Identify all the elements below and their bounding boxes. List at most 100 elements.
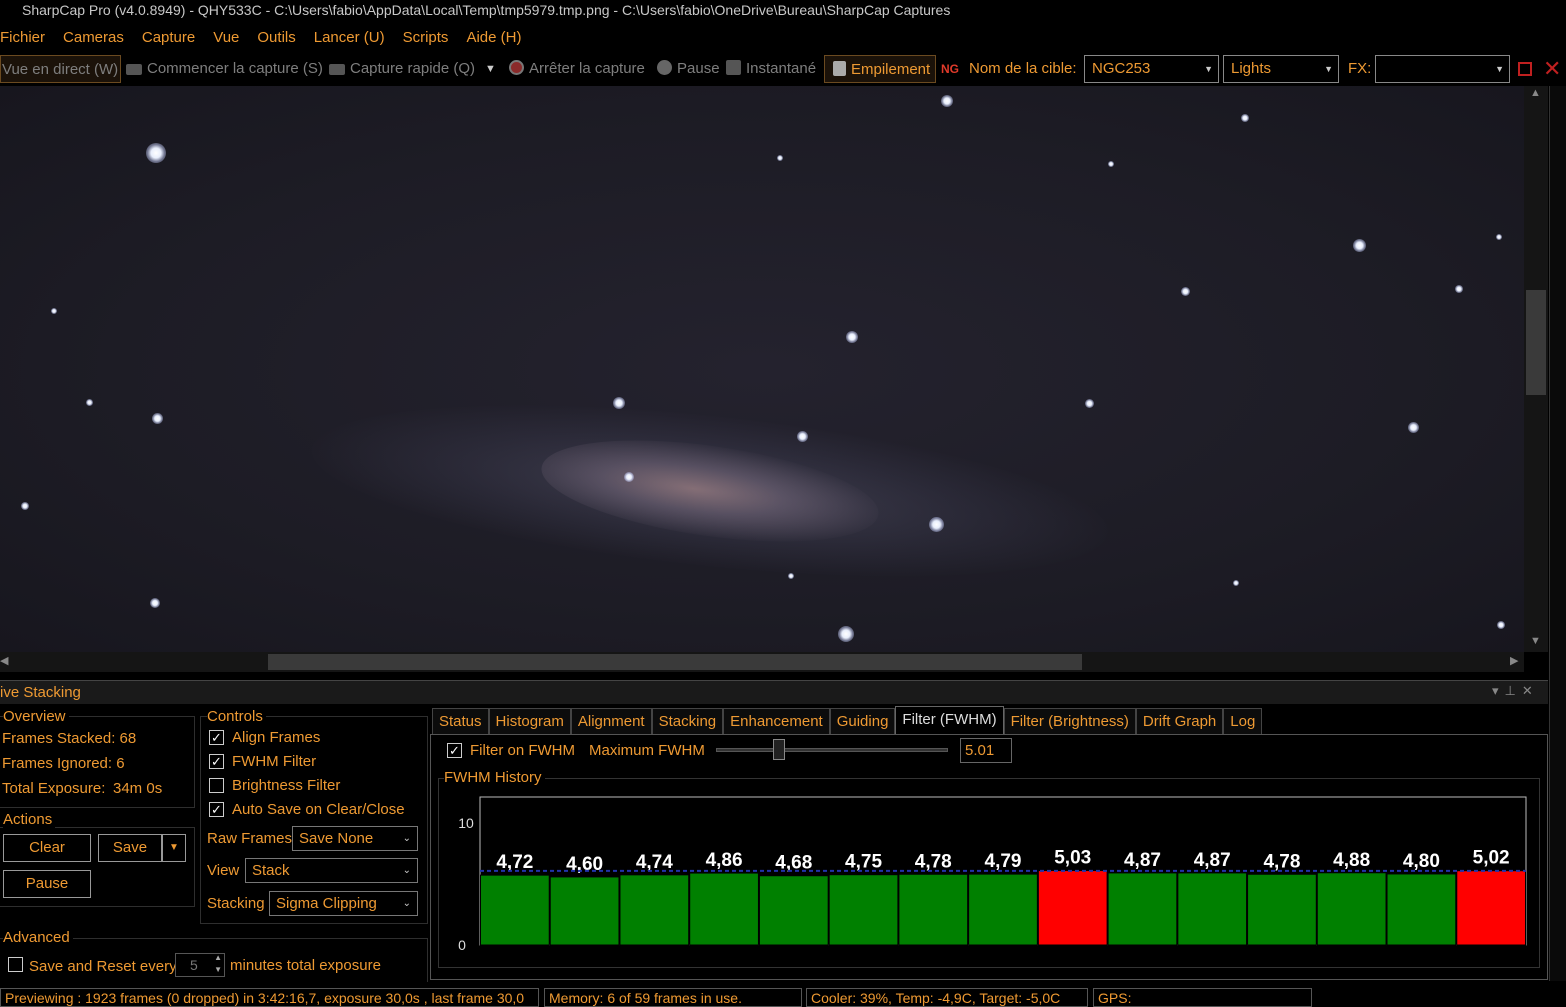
stack-pause-button[interactable]: Pause [3, 870, 91, 898]
tab-alignment[interactable]: Alignment [570, 708, 652, 734]
tab-drift-graph[interactable]: Drift Graph [1135, 708, 1224, 734]
video-camera-icon [126, 64, 142, 75]
stacking-mode-select[interactable]: Sigma Clipping ⌄ [269, 891, 418, 916]
menu-outils[interactable]: Outils [257, 26, 304, 50]
star [1233, 580, 1239, 586]
filter-on-fwhm-checkbox[interactable]: ✓ [447, 743, 462, 758]
tab-log[interactable]: Log [1223, 708, 1263, 734]
minutes-stepper[interactable]: 5 ▲ ▼ [175, 953, 225, 977]
quick-capture-button[interactable]: Capture rapide (Q) [329, 55, 475, 83]
view-select[interactable]: Stack ⌄ [245, 858, 418, 883]
fwhm-data-label: 4,86 [706, 850, 743, 871]
star [21, 502, 29, 510]
frame-type-combo[interactable]: Lights ▼ [1223, 55, 1339, 83]
fx-label: FX: [1348, 60, 1372, 77]
actions-title: Actions [3, 811, 56, 828]
save-button[interactable]: Save [98, 834, 162, 862]
fwhm-bar [480, 874, 550, 946]
chevron-right-icon[interactable]: ▶ [1510, 654, 1518, 667]
clear-button[interactable]: Clear [3, 834, 91, 862]
y-tick-label: 10 [458, 815, 474, 831]
quick-capture-dropdown-icon[interactable]: ▼ [485, 55, 496, 83]
right-side-panel [1549, 86, 1566, 981]
minutes-value: 5 [190, 957, 198, 973]
frame-type-value: Lights [1231, 60, 1272, 77]
stop-capture-button[interactable]: Arrêter la capture [509, 55, 645, 83]
tab-status[interactable]: Status [432, 708, 489, 734]
status-previewing: Previewing : 1923 frames (0 dropped) in … [0, 988, 539, 1007]
record-frame-icon[interactable] [1518, 62, 1532, 76]
save-dropdown-icon[interactable]: ▼ [162, 834, 186, 862]
pause-icon [657, 60, 672, 75]
close-icon[interactable]: ✕ [1522, 683, 1539, 698]
menu-scripts[interactable]: Scripts [403, 26, 458, 50]
menu-aide[interactable]: Aide (H) [466, 26, 530, 50]
fwhm-data-label: 4,74 [636, 852, 673, 873]
save-reset-checkbox[interactable] [8, 957, 23, 972]
star [51, 308, 57, 314]
star [929, 517, 944, 532]
y-tick-label: 0 [458, 937, 466, 953]
star [624, 472, 634, 482]
fwhm-slider-track[interactable] [716, 748, 948, 752]
menu-fichier[interactable]: Fichier [0, 26, 54, 50]
fwhm-bar [968, 873, 1038, 946]
horizontal-scrollbar-thumb[interactable] [268, 654, 1082, 670]
stack-icon [833, 61, 846, 76]
raw-frames-label: Raw Frames [207, 830, 293, 847]
chevron-left-icon[interactable]: ◀ [0, 654, 8, 667]
chevron-down-icon: ▼ [1324, 64, 1333, 74]
star [1496, 234, 1502, 240]
fwhm-bar [1107, 872, 1178, 946]
tab-histogram[interactable]: Histogram [488, 708, 571, 734]
fwhm-data-label: 4,87 [1124, 850, 1161, 871]
auto-save-label: Auto Save on Clear/Close [232, 801, 405, 818]
save-reset-label: Save and Reset every [29, 958, 177, 975]
menu-cameras[interactable]: Cameras [63, 26, 133, 50]
menu-vue[interactable]: Vue [213, 26, 248, 50]
tab-stacking[interactable]: Stacking [651, 708, 724, 734]
tab-enhancement[interactable]: Enhancement [723, 708, 830, 734]
chevron-down-icon[interactable]: ▼ [1530, 635, 1541, 647]
tab-filter-brightness[interactable]: Filter (Brightness) [1003, 708, 1136, 734]
tab-guiding[interactable]: Guiding [829, 708, 896, 734]
fwhm-history-title: FWHM History [444, 769, 545, 786]
star [838, 626, 854, 642]
stacking-button[interactable]: Empilement [824, 55, 936, 83]
panel-window-controls: ▾⊥✕ [1492, 683, 1539, 699]
fwhm-history-chart: 1004,72 4,60 4,74 4,86 4,68 4,75 4,78 4,79 5,03 4… [458, 796, 1527, 953]
star [146, 143, 166, 163]
capture-image-view[interactable] [0, 86, 1524, 652]
chevron-up-icon[interactable]: ▲ [1530, 87, 1541, 99]
fwhm-bar [1456, 870, 1526, 946]
fwhm-data-label: 4,68 [775, 853, 812, 874]
fwhm-slider-thumb[interactable] [772, 739, 785, 760]
align-frames-checkbox[interactable]: ✓ [209, 730, 224, 745]
tab-filter-fwhm[interactable]: Filter (FWHM) [895, 706, 1004, 734]
total-exposure-value: 34m 0s [113, 780, 163, 797]
vertical-scrollbar-thumb[interactable] [1526, 290, 1546, 395]
frames-ignored: Frames Ignored: 6 [2, 755, 125, 772]
pause-button[interactable]: Pause [657, 55, 720, 83]
maximum-fwhm-input[interactable]: 5.01 [960, 738, 1012, 763]
auto-save-checkbox[interactable]: ✓ [209, 802, 224, 817]
close-red-icon[interactable]: ✕ [1543, 55, 1561, 83]
fwhm-bar [828, 874, 899, 946]
chevron-down-icon[interactable]: ▾ [1492, 683, 1505, 698]
fwhm-bar [1247, 873, 1317, 946]
stepper-arrows-icon[interactable]: ▲ ▼ [214, 952, 222, 976]
start-capture-button[interactable]: Commencer la capture (S) [126, 55, 323, 83]
snapshot-button[interactable]: Instantané [726, 55, 816, 83]
fwhm-filter-checkbox[interactable]: ✓ [209, 754, 224, 769]
maximum-fwhm-label: Maximum FWHM [589, 742, 705, 759]
brightness-filter-checkbox[interactable] [209, 778, 224, 793]
view-label: View [207, 862, 240, 879]
menu-lancer[interactable]: Lancer (U) [314, 26, 394, 50]
target-name-combo[interactable]: NGC253 ▼ [1084, 55, 1219, 83]
live-view-button[interactable]: Vue en direct (W) [0, 55, 121, 83]
star [1497, 621, 1505, 629]
pin-icon[interactable]: ⊥ [1505, 683, 1522, 698]
raw-frames-select[interactable]: Save None ⌄ [292, 826, 418, 851]
fx-combo[interactable]: ▼ [1375, 55, 1510, 83]
menu-capture[interactable]: Capture [142, 26, 204, 50]
